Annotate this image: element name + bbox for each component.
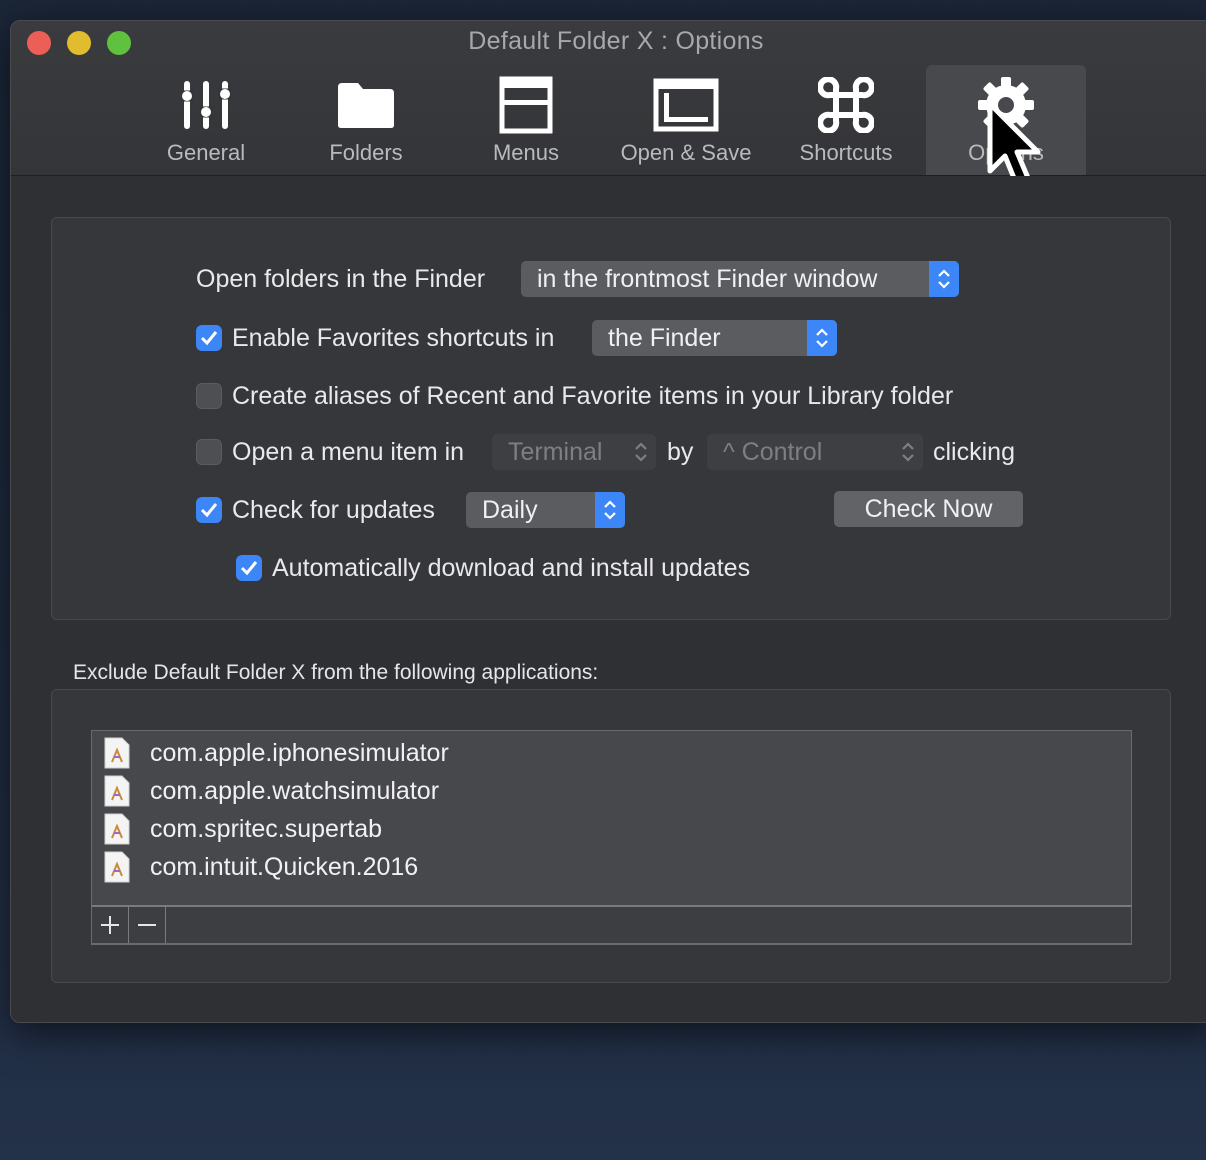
aliases-label: Create aliases of Recent and Favorite it… [232, 381, 954, 410]
favorites-checkbox[interactable] [196, 325, 222, 351]
remove-button[interactable] [129, 907, 166, 943]
chevron-updown-icon [807, 320, 837, 356]
tab-open-save[interactable]: Open & Save [606, 65, 766, 175]
menu-item-app-popup[interactable]: Terminal [492, 434, 656, 470]
tab-label: General [166, 140, 246, 165]
updates-label: Check for updates [232, 495, 435, 524]
favorites-row: Enable Favorites shortcuts in [196, 320, 554, 356]
list-item-label: com.apple.watchsimulator [150, 776, 440, 805]
tab-folders[interactable]: Folders [286, 65, 446, 175]
options-pane: Open folders in the Finder in the frontm… [11, 176, 1206, 1022]
tab-label: Open & Save [620, 140, 752, 165]
window-title: Default Folder X : Options [468, 27, 764, 55]
favorites-label: Enable Favorites shortcuts in [232, 323, 555, 352]
menu-item-checkbox[interactable] [196, 439, 222, 465]
auto-install-row: Automatically download and install updat… [236, 550, 750, 586]
favorites-popup[interactable]: the Finder [592, 320, 837, 356]
chevron-updown-icon [929, 261, 959, 297]
check-now-button[interactable]: Check Now [834, 491, 1023, 527]
aliases-checkbox[interactable] [196, 383, 222, 409]
app-document-icon [104, 775, 130, 807]
preferences-window: Default Folder X : Options General Folde… [10, 20, 1206, 1023]
open-folders-label: Open folders in the Finder [196, 264, 486, 293]
command-key-icon [766, 75, 926, 135]
plus-icon [101, 916, 119, 934]
app-document-icon [104, 737, 130, 769]
list-item[interactable]: com.apple.watchsimulator [104, 772, 439, 810]
minus-icon [138, 924, 156, 926]
app-document-icon [104, 813, 130, 845]
clicking-row: clicking [933, 434, 1015, 470]
list-item[interactable]: com.spritec.supertab [104, 810, 382, 848]
folder-icon [286, 75, 446, 135]
dialog-window-icon [606, 75, 766, 135]
popup-value: Daily [482, 496, 538, 524]
tab-shortcuts[interactable]: Shortcuts [766, 65, 926, 175]
updates-checkbox[interactable] [196, 497, 222, 523]
sliders-icon [126, 75, 286, 135]
menu-item-label: Open a menu item in [232, 437, 465, 466]
clicking-label: clicking [933, 437, 1015, 466]
list-item-label: com.intuit.Quicken.2016 [150, 852, 419, 881]
tab-label: Folders [329, 140, 403, 165]
modifier-popup[interactable]: ^ Control [707, 434, 923, 470]
aliases-row: Create aliases of Recent and Favorite it… [196, 378, 953, 414]
tab-general[interactable]: General [126, 65, 286, 175]
app-document-icon [104, 851, 130, 883]
popup-value: in the frontmost Finder window [537, 265, 878, 293]
chevron-updown-icon [893, 434, 923, 470]
exclude-heading: Exclude Default Folder X from the follow… [73, 661, 599, 684]
tab-label: Menus [492, 140, 560, 165]
tab-menus[interactable]: Menus [446, 65, 606, 175]
by-row: by [667, 434, 693, 470]
auto-install-label: Automatically download and install updat… [272, 553, 751, 582]
list-item[interactable]: com.intuit.Quicken.2016 [104, 848, 418, 886]
open-folders-popup[interactable]: in the frontmost Finder window [521, 261, 959, 297]
tab-label: Shortcuts [799, 140, 893, 165]
open-folders-row: Open folders in the Finder [196, 261, 485, 297]
menu-window-icon [446, 75, 606, 135]
chevron-updown-icon [595, 492, 625, 528]
toolbar: Default Folder X : Options General Folde… [11, 21, 1206, 186]
chevron-updown-icon [626, 434, 656, 470]
list-controls [91, 905, 1132, 944]
list-item[interactable]: com.apple.iphonesimulator [104, 734, 449, 772]
list-item-label: com.apple.iphonesimulator [150, 738, 449, 767]
popup-value: ^ Control [723, 438, 823, 466]
popup-value: the Finder [608, 324, 721, 352]
popup-value: Terminal [508, 438, 603, 466]
menu-item-row: Open a menu item in [196, 434, 464, 470]
list-item-label: com.spritec.supertab [150, 814, 383, 843]
by-label: by [667, 437, 694, 466]
auto-install-checkbox[interactable] [236, 555, 262, 581]
updates-frequency-popup[interactable]: Daily [466, 492, 625, 528]
updates-row: Check for updates [196, 492, 435, 528]
add-button[interactable] [92, 907, 129, 943]
